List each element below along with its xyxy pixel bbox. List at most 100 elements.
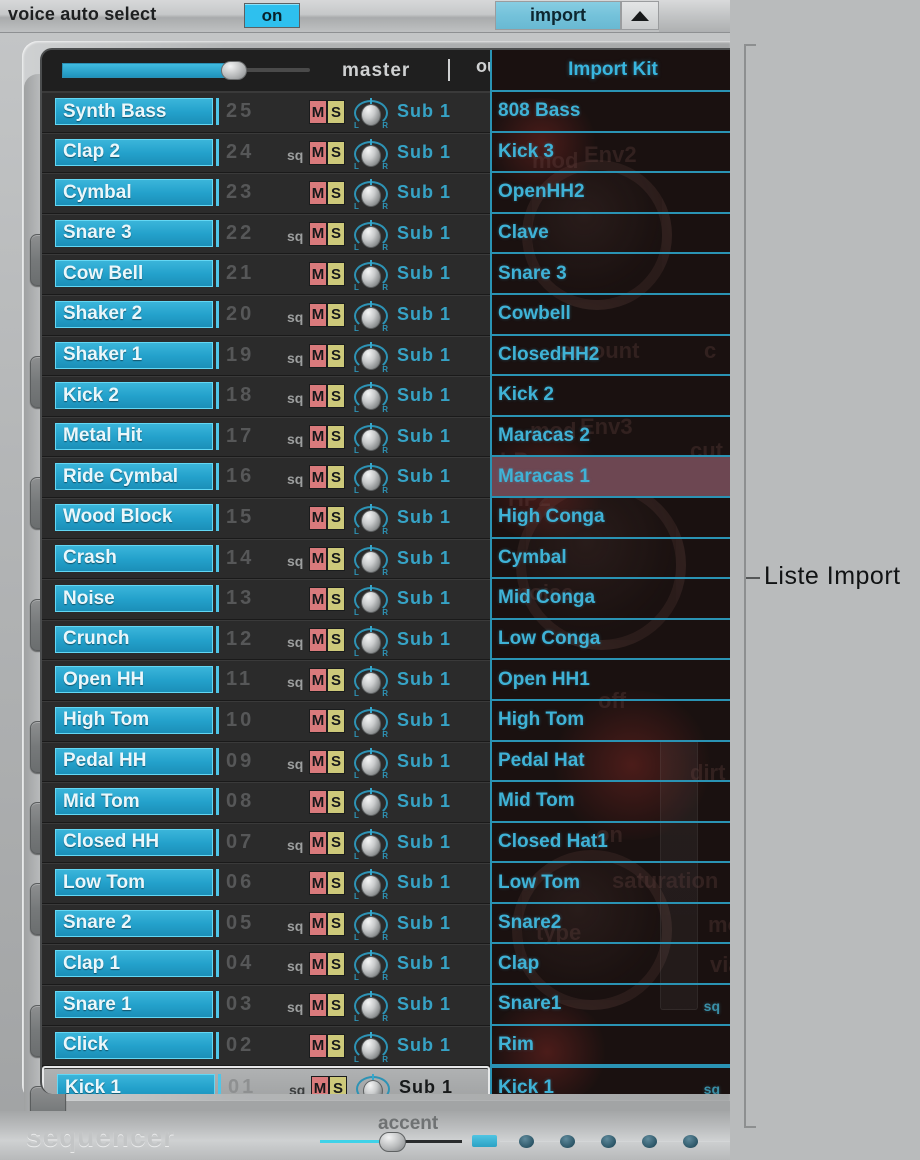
import-list-item[interactable]: Maracas 1 (492, 457, 730, 498)
solo-button[interactable]: S (327, 952, 345, 977)
pan-knob[interactable]: LR (354, 382, 388, 414)
voice-output-label[interactable]: Sub 1 (397, 669, 483, 690)
pan-knob[interactable]: LR (354, 950, 388, 982)
mute-button[interactable]: M (309, 384, 327, 409)
voice-row[interactable]: Clap 2 24 sq M S L R Sub 1 (42, 132, 490, 174)
voice-name-field[interactable]: Snare 3 (55, 219, 213, 247)
import-list-item[interactable]: Cymbal (492, 539, 730, 580)
voice-row[interactable]: Crash 14 sq M S L R Sub 1 (42, 538, 490, 580)
voice-row[interactable]: Synth Bass 25 M S L R Sub 1 (42, 92, 490, 133)
solo-button[interactable]: S (327, 262, 345, 287)
voice-name-field[interactable]: Clap 2 (55, 138, 213, 166)
voice-row[interactable]: Ride Cymbal 16 sq M S L R Sub 1 (42, 457, 490, 498)
voice-row[interactable]: Closed HH 07 sq M S L R Sub 1 (42, 822, 490, 864)
import-list-item[interactable]: Rim (492, 1026, 730, 1067)
voice-name-field[interactable]: Noise (55, 585, 213, 613)
voice-row[interactable]: Cow Bell 21 M S L R Sub 1 (42, 254, 490, 295)
import-list-item[interactable]: ClosedHH2 (492, 336, 730, 377)
mute-button[interactable]: M (309, 343, 327, 368)
voice-name-field[interactable]: Mid Tom (55, 788, 213, 816)
voice-name-field[interactable]: Ride Cymbal (55, 463, 213, 491)
accent-slider-knob[interactable] (379, 1132, 406, 1152)
mute-button[interactable]: M (309, 262, 327, 287)
pan-knob[interactable]: LR (354, 98, 388, 130)
voice-row[interactable]: Snare 1 03 sq M S L R Sub 1 (42, 985, 490, 1026)
voice-name-field[interactable]: Clap 1 (55, 950, 213, 978)
mute-button[interactable]: M (309, 140, 327, 165)
voice-row[interactable]: Kick 2 18 sq M S L R Sub 1 (42, 376, 490, 417)
pan-knob[interactable]: LR (354, 666, 388, 698)
pan-knob[interactable]: LR (354, 909, 388, 942)
step-indicator[interactable] (601, 1135, 616, 1148)
voice-name-field[interactable]: Click (55, 1031, 213, 1059)
pan-knob[interactable]: LR (354, 422, 388, 455)
mute-button[interactable]: M (309, 302, 327, 327)
import-list-item[interactable]: Open HH1 (492, 660, 730, 701)
voice-row[interactable]: Snare 2 05 sq M S L R Sub 1 (42, 903, 490, 945)
voice-output-label[interactable]: Sub 1 (397, 182, 483, 203)
solo-button[interactable]: S (327, 1033, 345, 1058)
voice-name-field[interactable]: Shaker 1 (55, 341, 213, 369)
pan-knob[interactable]: LR (354, 788, 388, 820)
voice-output-label[interactable]: Sub 1 (397, 751, 483, 772)
voice-name-field[interactable]: Pedal HH (55, 747, 213, 775)
voice-name-field[interactable]: Kick 2 (55, 382, 213, 410)
voice-row[interactable]: Wood Block 15 M S L R Sub 1 (42, 497, 490, 539)
voice-output-label[interactable]: Sub 1 (397, 629, 483, 650)
voice-output-label[interactable]: Sub 1 (397, 142, 483, 163)
import-list-item[interactable]: Snare2 (492, 904, 730, 945)
pan-knob[interactable]: LR (354, 544, 388, 577)
voice-row[interactable]: Low Tom 06 M S L R Sub 1 (42, 863, 490, 904)
solo-button[interactable]: S (327, 465, 345, 490)
solo-button[interactable]: S (327, 140, 345, 165)
voice-name-field[interactable]: Shaker 2 (55, 300, 213, 328)
import-list-item[interactable]: Low Conga (492, 620, 730, 661)
solo-button[interactable]: S (327, 181, 345, 206)
voice-output-label[interactable]: Sub 1 (397, 223, 483, 244)
voice-row[interactable]: Mid Tom 08 M S L R Sub 1 (42, 782, 490, 823)
import-list-item[interactable]: High Tom (492, 701, 730, 742)
voice-output-label[interactable]: Sub 1 (397, 548, 483, 569)
voice-output-label[interactable]: Sub 1 (397, 263, 483, 284)
import-list-item[interactable]: Low Tom (492, 863, 730, 904)
voice-auto-select-on-button[interactable]: on (244, 3, 300, 28)
mute-button[interactable]: M (309, 911, 327, 936)
voice-output-label[interactable]: Sub 1 (397, 304, 483, 325)
mute-button[interactable]: M (309, 790, 327, 815)
step-indicator[interactable] (683, 1135, 698, 1148)
voice-row[interactable]: Metal Hit 17 sq M S L R Sub 1 (42, 416, 490, 458)
voice-output-label[interactable]: Sub 1 (397, 385, 483, 406)
solo-button[interactable]: S (327, 546, 345, 571)
solo-button[interactable]: S (327, 343, 345, 368)
step-indicator[interactable] (519, 1135, 534, 1148)
mute-button[interactable]: M (309, 181, 327, 206)
step-indicator-active[interactable] (472, 1135, 497, 1147)
mute-button[interactable]: M (309, 424, 327, 449)
import-list-item[interactable]: Pedal Hat (492, 742, 730, 783)
pan-knob[interactable]: LR (354, 828, 388, 861)
voice-name-field[interactable]: Snare 2 (55, 909, 213, 937)
voice-name-field[interactable]: Metal Hit (55, 422, 213, 450)
voice-name-field[interactable]: Closed HH (55, 828, 213, 856)
import-list-item[interactable]: Clap (492, 944, 730, 986)
mute-button[interactable]: M (309, 668, 327, 693)
import-button[interactable]: import (495, 1, 621, 30)
voice-row[interactable]: Clap 1 04 sq M S L R Sub 1 (42, 944, 490, 986)
pan-knob[interactable]: LR (354, 625, 388, 658)
solo-button[interactable]: S (327, 911, 345, 936)
solo-button[interactable]: S (327, 100, 345, 124)
pan-knob[interactable]: LR (354, 706, 388, 739)
voice-output-label[interactable]: Sub 1 (397, 913, 483, 934)
solo-button[interactable]: S (327, 221, 345, 246)
import-list-item[interactable]: Maracas 2 (492, 417, 730, 458)
solo-button[interactable]: S (327, 708, 345, 733)
voice-name-field[interactable]: Snare 1 (55, 991, 213, 1019)
import-list-item[interactable]: Snare 3 (492, 254, 730, 295)
voice-row[interactable]: Cymbal 23 M S L R Sub 1 (42, 173, 490, 214)
solo-button[interactable]: S (327, 830, 345, 855)
mute-button[interactable]: M (309, 100, 327, 124)
mute-button[interactable]: M (309, 587, 327, 612)
import-list-item[interactable]: High Conga (492, 498, 730, 539)
voice-name-field[interactable]: Wood Block (55, 503, 213, 531)
voice-row[interactable]: High Tom 10 M S L R Sub 1 (42, 700, 490, 742)
